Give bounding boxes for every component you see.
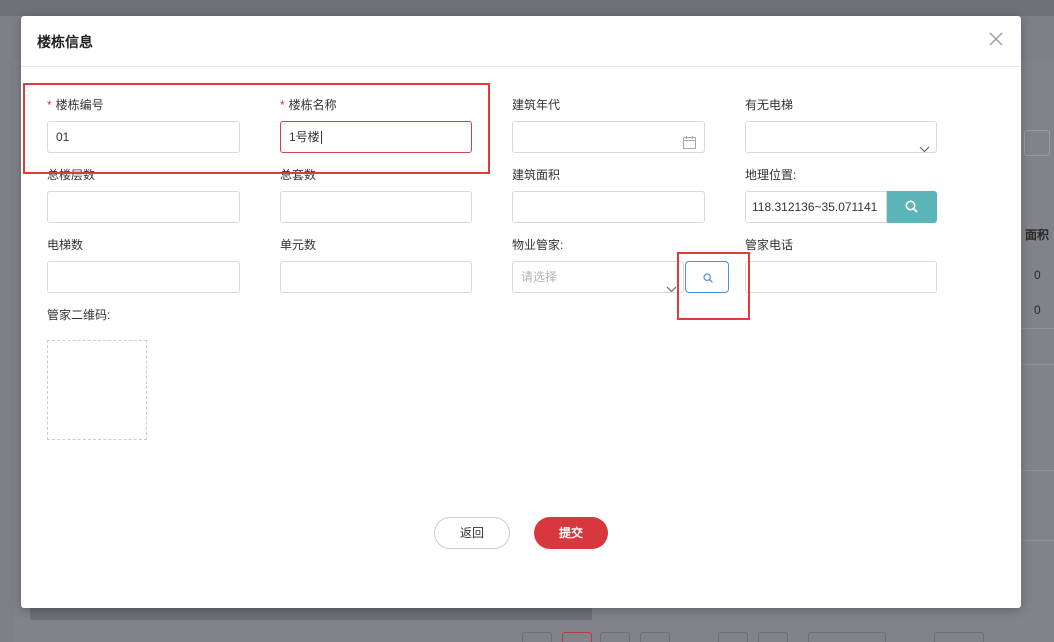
close-icon[interactable] — [989, 32, 1005, 48]
background-cell: 0 — [1034, 268, 1041, 282]
property-manager-label: 物业管家: — [512, 238, 564, 252]
background-scrollbar — [30, 608, 592, 620]
building-no-input[interactable]: 01 — [47, 121, 240, 153]
background-pager — [600, 632, 630, 642]
background-pager — [934, 632, 984, 642]
building-name-input[interactable]: 1号楼 — [280, 121, 472, 153]
manager-qrcode-label: 管家二维码: — [47, 308, 111, 322]
calendar-icon — [683, 130, 696, 152]
has-elevator-label: 有无电梯 — [745, 98, 794, 112]
background-topbar — [0, 0, 1054, 16]
background-pager — [522, 632, 552, 642]
manager-phone-label: 管家电话 — [745, 238, 794, 252]
total-floors-label: 总楼层数 — [47, 168, 96, 182]
build-year-datepicker[interactable] — [512, 121, 705, 153]
building-no-label: * 楼栋编号 — [47, 98, 104, 112]
build-area-input[interactable] — [512, 191, 705, 223]
qrcode-upload-area[interactable] — [47, 340, 147, 440]
background-pager — [718, 632, 748, 642]
location-input[interactable]: 118.312136~35.071141 — [745, 191, 887, 223]
property-manager-search-button[interactable] — [685, 261, 729, 293]
submit-button[interactable]: 提交 — [534, 517, 608, 549]
required-mark: * — [47, 98, 52, 112]
location-label: 地理位置: — [745, 168, 797, 182]
total-households-input[interactable] — [280, 191, 472, 223]
back-button[interactable]: 返回 — [434, 517, 510, 549]
background-pager — [640, 632, 670, 642]
background-pager — [562, 632, 592, 642]
background-pager — [758, 632, 788, 642]
search-icon — [905, 200, 918, 213]
build-year-label: 建筑年代 — [512, 98, 561, 112]
background-column-header: 面积 — [1024, 228, 1049, 242]
dialog-header: 楼栋信息 — [21, 16, 1021, 67]
background-row-divider — [1020, 364, 1054, 365]
build-area-label: 建筑面积 — [512, 168, 561, 182]
background-row-divider — [1020, 540, 1054, 541]
has-elevator-select[interactable] — [745, 121, 937, 153]
dialog-title: 楼栋信息 — [37, 34, 93, 50]
required-mark: * — [280, 98, 285, 112]
location-search-button[interactable] — [887, 191, 937, 223]
building-name-label: * 楼栋名称 — [280, 98, 337, 112]
unit-count-label: 单元数 — [280, 238, 317, 252]
chevron-down-icon — [919, 134, 930, 152]
text-cursor — [320, 131, 322, 145]
unit-count-input[interactable] — [280, 261, 472, 293]
background-toolbar-button — [1024, 130, 1050, 156]
chevron-down-icon — [666, 274, 677, 292]
total-floors-input[interactable] — [47, 191, 240, 223]
elevator-count-input[interactable] — [47, 261, 240, 293]
background-row-divider — [1020, 470, 1054, 471]
manager-phone-input[interactable] — [745, 261, 937, 293]
building-info-dialog: 楼栋信息 * 楼栋编号 01 * 楼栋名称 1号楼 建筑年代 有无电梯 总楼层数 总… — [21, 16, 1021, 608]
background-row-divider — [1020, 328, 1054, 329]
property-manager-select[interactable]: 请选择 — [512, 261, 684, 293]
background-pager — [808, 632, 886, 642]
background-cell: 0 — [1034, 303, 1041, 317]
total-households-label: 总套数 — [280, 168, 317, 182]
search-icon — [703, 273, 713, 283]
elevator-count-label: 电梯数 — [47, 238, 84, 252]
